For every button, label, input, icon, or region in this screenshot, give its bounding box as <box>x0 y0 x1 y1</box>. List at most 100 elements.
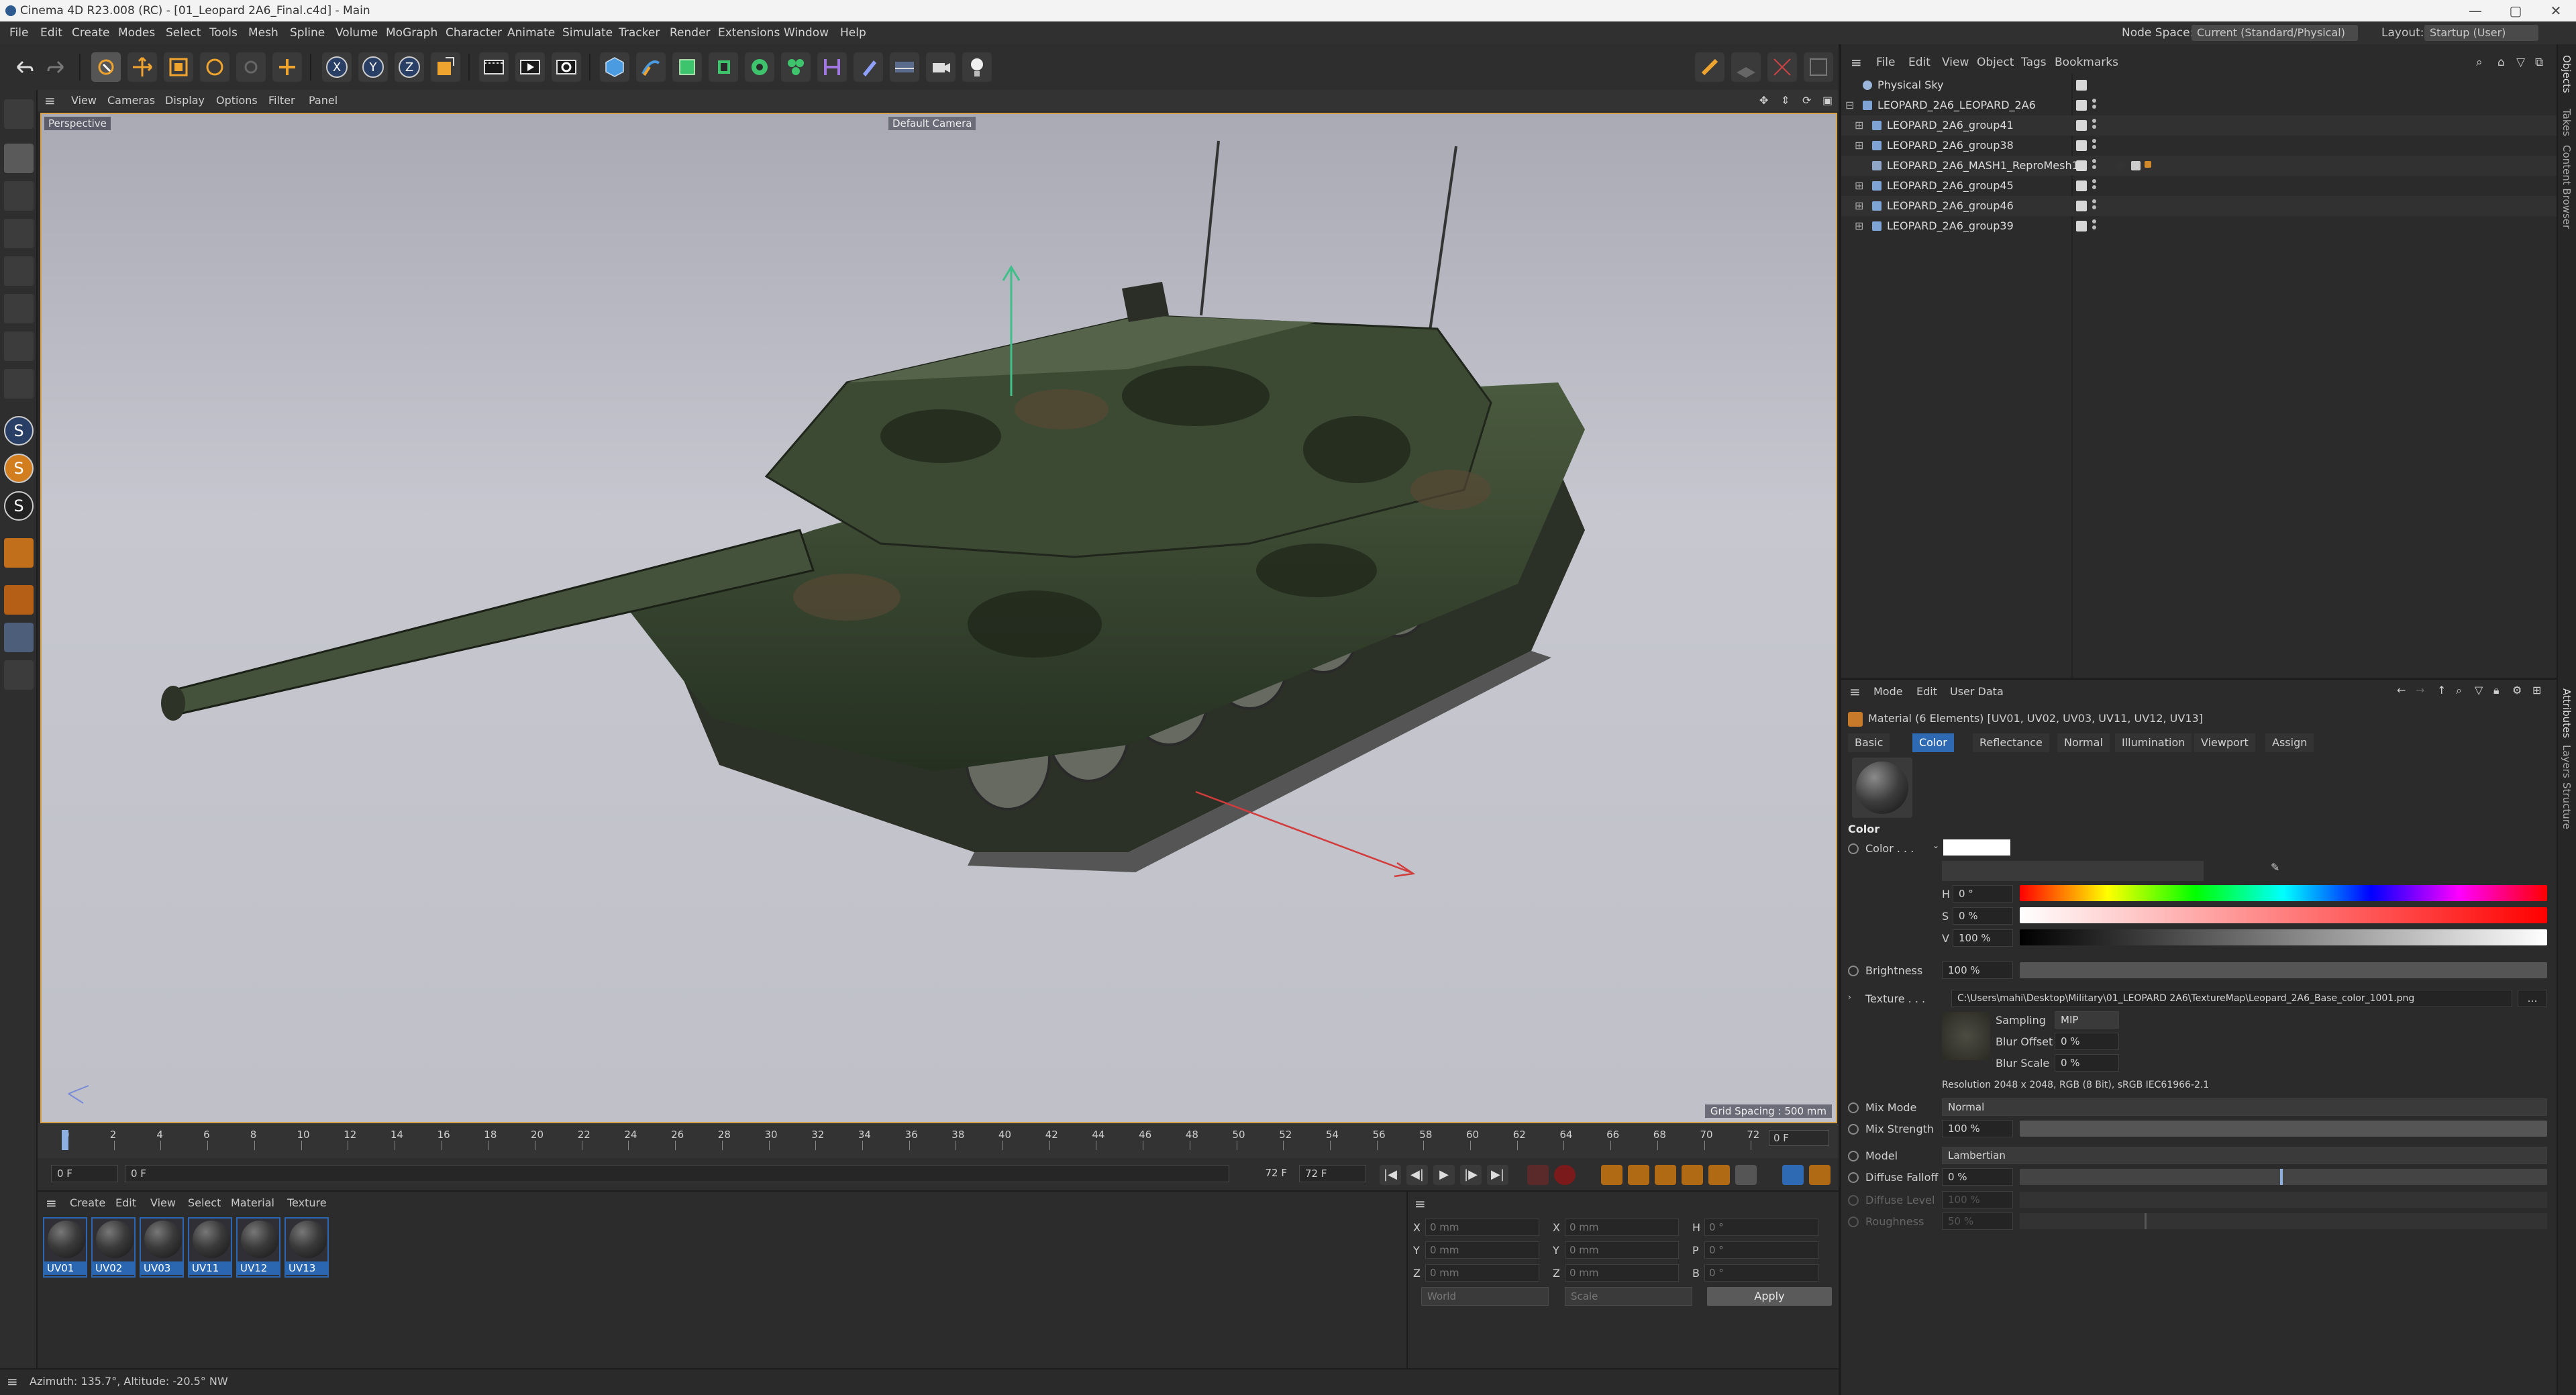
paint-tool-icon[interactable] <box>1695 52 1724 82</box>
side-tab-layers[interactable]: Layers <box>2561 745 2573 778</box>
diffuse-falloff-field[interactable]: 0 % <box>1942 1168 2013 1186</box>
mix-strength-keyframe-radio[interactable] <box>1848 1124 1859 1135</box>
menu-edit[interactable]: Edit <box>40 21 62 44</box>
mat-menu-create[interactable]: Create <box>70 1194 105 1212</box>
solo-icon[interactable]: S <box>4 416 34 446</box>
visibility-dots[interactable] <box>2092 119 2096 132</box>
mix-mode-dropdown[interactable]: Normal <box>1942 1098 2547 1116</box>
cloner-icon[interactable] <box>745 52 774 82</box>
object-row[interactable]: Physical Sky <box>1841 75 2559 95</box>
object-row[interactable]: ⊞ LEOPARD_2A6_group46 <box>1841 196 2559 216</box>
coord-space-dropdown[interactable]: World <box>1421 1287 1549 1306</box>
material-swatch[interactable]: UV12 <box>236 1217 280 1278</box>
obj-menu-file[interactable]: File <box>1876 51 1895 74</box>
close-button[interactable]: ✕ <box>2536 0 2576 21</box>
visibility-checkbox[interactable] <box>2076 100 2087 111</box>
texture-mode-icon[interactable] <box>4 181 34 211</box>
mix-mode-keyframe-radio[interactable] <box>1848 1102 1859 1113</box>
solo-hierarchy-icon[interactable]: S <box>4 454 34 483</box>
menu-tools[interactable]: Tools <box>209 21 238 44</box>
diffuse-falloff-slider[interactable] <box>2020 1169 2547 1185</box>
points-mode-icon[interactable] <box>4 219 34 248</box>
snapping-icon[interactable] <box>4 585 34 615</box>
rotation-h-field[interactable]: 0 ° <box>1704 1219 1818 1236</box>
rotate-icon[interactable] <box>200 52 229 82</box>
tab-normal[interactable]: Normal <box>2057 733 2110 752</box>
color-picker-modes[interactable] <box>1942 861 2204 881</box>
material-swatch[interactable]: UV11 <box>188 1217 232 1278</box>
blur-offset-field[interactable]: 0 % <box>2055 1033 2119 1050</box>
model-mode-icon[interactable] <box>4 144 34 173</box>
material-hamburger-icon[interactable]: ≡ <box>46 1194 57 1212</box>
playhead[interactable] <box>62 1130 68 1150</box>
new-panel-icon[interactable]: ⊞ <box>2532 684 2541 696</box>
coord-mode-dropdown[interactable]: Scale <box>1565 1287 1692 1306</box>
extrude-icon[interactable] <box>709 52 738 82</box>
fcurve-view-icon[interactable] <box>1809 1165 1831 1185</box>
collapse-icon[interactable]: ⊟ <box>1845 95 1854 115</box>
status-menu-icon[interactable]: ≡ <box>7 1370 18 1394</box>
back-arrow-icon[interactable]: ← <box>2397 684 2406 696</box>
key-position-icon[interactable] <box>1601 1165 1622 1185</box>
expand-icon[interactable]: ⊞ <box>1855 115 1863 136</box>
value-slider[interactable] <box>2020 929 2547 945</box>
obj-menu-object[interactable]: Object <box>1977 51 2014 74</box>
field-icon[interactable] <box>854 52 883 82</box>
node-space-dropdown[interactable]: Current (Standard/Physical) <box>2192 25 2358 41</box>
camera-icon[interactable] <box>926 52 956 82</box>
mat-menu-select[interactable]: Select <box>188 1194 221 1212</box>
material-swatch[interactable]: UV13 <box>285 1217 329 1278</box>
attr-search-icon[interactable]: ⌕ <box>2456 684 2462 697</box>
material-swatch[interactable]: UV02 <box>91 1217 136 1278</box>
uv-mode-icon[interactable] <box>4 331 34 361</box>
visibility-dots[interactable] <box>2092 199 2096 213</box>
subdivision-icon[interactable] <box>672 52 702 82</box>
viewport-menu-display[interactable]: Display <box>165 90 205 111</box>
menu-simulate[interactable]: Simulate <box>562 21 613 44</box>
viewport-rotate-icon[interactable]: ⟳ <box>1802 90 1811 111</box>
visibility-checkbox[interactable] <box>2076 180 2087 191</box>
lock-icon[interactable]: 🔒︎ <box>2493 684 2500 697</box>
saturation-slider[interactable] <box>2020 907 2547 923</box>
menu-mograph[interactable]: MoGraph <box>386 21 437 44</box>
key-pla-icon[interactable] <box>1708 1165 1730 1185</box>
texture-browse-button[interactable]: … <box>2518 990 2547 1007</box>
play-button[interactable]: ▶ <box>1433 1165 1455 1185</box>
object-row[interactable]: ⊞ LEOPARD_2A6_group45 <box>1841 176 2559 196</box>
axis-mode-icon[interactable] <box>4 369 34 399</box>
visibility-dots[interactable] <box>2092 139 2096 152</box>
pen-icon[interactable] <box>636 52 666 82</box>
scale-icon[interactable] <box>164 52 193 82</box>
make-editable-icon[interactable] <box>4 99 34 129</box>
settings-icon[interactable]: ⚙︎ <box>2512 684 2522 696</box>
x-axis-icon[interactable]: X <box>322 52 352 82</box>
3d-viewport[interactable]: Perspective Default Camera Grid Spacing … <box>40 113 1837 1123</box>
brightness-field[interactable]: 100 % <box>1942 962 2013 979</box>
menu-render[interactable]: Render <box>670 21 711 44</box>
environment-icon[interactable] <box>890 52 919 82</box>
minimize-button[interactable]: — <box>2455 0 2495 21</box>
menu-file[interactable]: File <box>9 21 28 44</box>
tab-color[interactable]: Color <box>1912 733 1954 752</box>
deformer-icon[interactable] <box>817 52 847 82</box>
expand-icon[interactable]: ⊞ <box>1855 216 1863 236</box>
rotation-p-field[interactable]: 0 ° <box>1704 1241 1818 1259</box>
go-to-end-button[interactable]: ▶| <box>1487 1165 1508 1185</box>
prev-frame-button[interactable]: ◀| <box>1406 1165 1428 1185</box>
menu-volume[interactable]: Volume <box>336 21 378 44</box>
menu-extensions[interactable]: Extensions <box>718 21 780 44</box>
mix-strength-slider[interactable] <box>2020 1121 2547 1137</box>
max-frame-field[interactable]: 72 F <box>1299 1165 1366 1182</box>
viewport-menu-panel[interactable]: Panel <box>309 90 338 111</box>
menu-modes[interactable]: Modes <box>118 21 155 44</box>
timeline-ruler[interactable]: 0246810121416182022242628303234363840424… <box>40 1126 1785 1150</box>
object-row[interactable]: ⊞ LEOPARD_2A6_group41 <box>1841 115 2559 136</box>
side-tab-objects[interactable]: Objects <box>2561 55 2573 93</box>
viewport-menu-view[interactable]: View <box>71 90 97 111</box>
tab-reflectance[interactable]: Reflectance <box>1973 733 2049 752</box>
select-icon[interactable] <box>91 52 121 82</box>
size-x-field[interactable]: 0 mm <box>1565 1219 1679 1236</box>
position-x-field[interactable]: 0 mm <box>1425 1219 1539 1236</box>
mat-menu-view[interactable]: View <box>150 1194 176 1212</box>
next-frame-button[interactable]: |▶ <box>1460 1165 1482 1185</box>
